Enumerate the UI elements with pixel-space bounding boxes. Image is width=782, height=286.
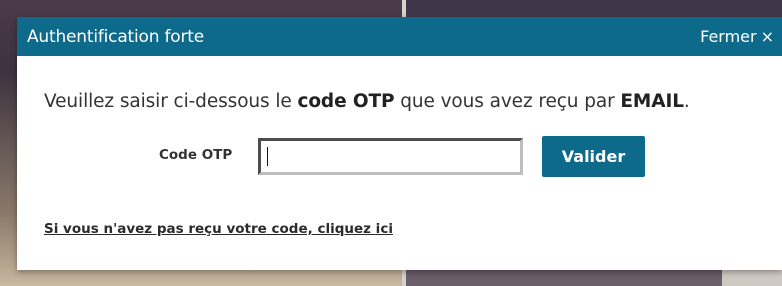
- text-caret: [267, 147, 268, 166]
- message-bold-email: EMAIL: [620, 91, 684, 112]
- message-bold-otp: code OTP: [297, 91, 395, 112]
- instruction-message: Veuillez saisir ci-dessous le code OTP q…: [44, 91, 690, 112]
- close-icon: ×: [760, 27, 774, 46]
- close-label: Fermer: [700, 27, 757, 46]
- close-button[interactable]: Fermer ×: [700, 27, 774, 46]
- otp-label: Code OTP: [159, 147, 233, 163]
- message-text-2: que vous avez reçu par: [394, 91, 621, 112]
- dialog-title: Authentification forte: [27, 26, 205, 47]
- otp-input[interactable]: [258, 138, 523, 175]
- message-text-1: Veuillez saisir ci-dessous le: [44, 91, 298, 112]
- validate-button[interactable]: Valider: [542, 136, 645, 177]
- resend-code-link[interactable]: Si vous n'avez pas reçu votre code, cliq…: [44, 221, 393, 237]
- message-text-3: .: [683, 91, 690, 112]
- otp-dialog: Authentification forte Fermer × Veuillez…: [17, 17, 782, 270]
- dialog-titlebar: Authentification forte Fermer ×: [17, 17, 782, 56]
